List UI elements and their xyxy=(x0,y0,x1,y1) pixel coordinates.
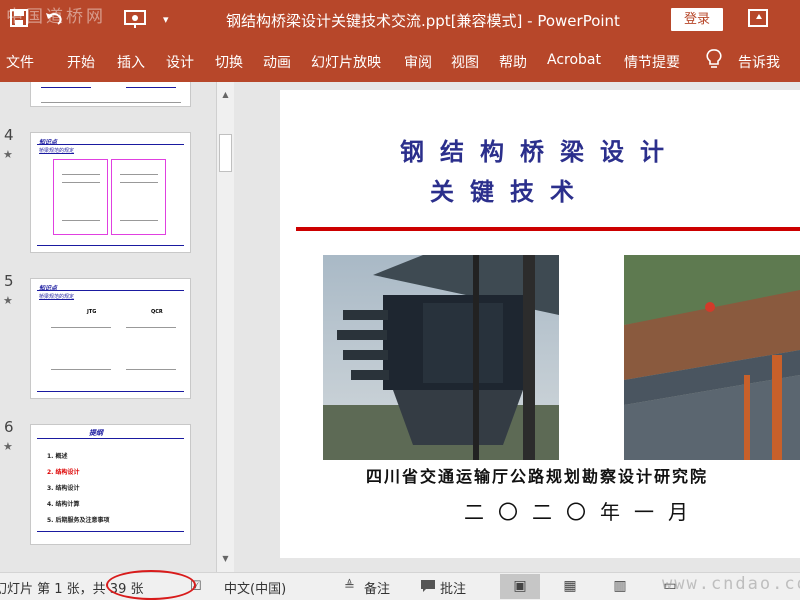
language-status[interactable]: 中文(中国) xyxy=(224,578,286,597)
title-bar: 中国道桥网 ▾ 钢结构桥梁设计关键技术交流.ppt[兼容模式] - PowerP… xyxy=(0,0,800,40)
reading-view-button[interactable]: ▥ xyxy=(600,574,640,599)
ribbon-display-options-icon[interactable] xyxy=(748,9,768,27)
animation-star-icon: ★ xyxy=(3,294,13,307)
notes-button[interactable]: 备注 xyxy=(364,578,390,597)
thumb-list-item: 5. 后期服务及注意事项 xyxy=(47,517,110,524)
thumb-list-item: 1. 概述 xyxy=(47,453,68,460)
thumb-heading: 提纲 xyxy=(89,429,103,437)
slide-thumbnail[interactable] xyxy=(30,82,191,107)
animation-star-icon: ★ xyxy=(3,440,13,453)
slide-editor: 钢结构桥梁设计 关键技术 四川省交通运输厅公路规划勘察设计研究院 二〇二〇年一月 xyxy=(240,82,800,572)
present-icon[interactable] xyxy=(124,9,146,33)
tell-me-search[interactable]: 告诉我 xyxy=(738,52,780,72)
tab-storyboard[interactable]: 情节提要 xyxy=(624,52,680,72)
tab-transitions[interactable]: 切换 xyxy=(215,52,243,72)
organization-name: 四川省交通运输厅公路规划勘察设计研究院 xyxy=(366,467,709,486)
slide-number: 4 xyxy=(4,126,14,144)
window-title: 钢结构桥梁设计关键技术交流.ppt[兼容模式] - PowerPoint xyxy=(226,12,620,30)
ribbon-tabs: 文件 开始 插入 设计 切换 动画 幻灯片放映 审阅 视图 帮助 Acrobat… xyxy=(0,40,800,82)
tab-home[interactable]: 开始 xyxy=(67,52,95,72)
comments-icon[interactable] xyxy=(420,579,436,597)
thumb-code-label: JTG xyxy=(87,309,97,315)
save-icon[interactable] xyxy=(10,9,28,31)
slide-thumbnail[interactable]: 知识点 桥梁规范的规定 xyxy=(30,132,191,253)
lightbulb-icon[interactable] xyxy=(706,49,722,74)
steel-segment-photo xyxy=(323,255,559,460)
scroll-down-icon[interactable]: ▼ xyxy=(217,552,234,566)
tab-file[interactable]: 文件 xyxy=(6,52,34,72)
thumb-code-label: QCR xyxy=(151,309,163,315)
presentation-date: 二〇二〇年一月 xyxy=(464,500,702,524)
thumb-doc-image xyxy=(53,159,108,235)
slide-title-line1: 钢结构桥梁设计 xyxy=(400,138,680,166)
tab-slideshow[interactable]: 幻灯片放映 xyxy=(311,52,381,72)
thumb-list-item: 3. 结构设计 xyxy=(47,485,80,492)
comments-button[interactable]: 批注 xyxy=(440,578,466,597)
thumb-doc-image xyxy=(111,159,166,235)
thumb-subheading: 桥梁规范的规定 xyxy=(39,294,75,300)
slide-thumbnail[interactable]: 提纲 1. 概述 2. 结构设计 3. 结构设计 4. 结构计算 5. 后期服务… xyxy=(30,424,191,545)
thumbnail-scrollbar[interactable]: ▲ ▼ xyxy=(216,82,234,572)
scroll-up-icon[interactable]: ▲ xyxy=(217,88,234,102)
tab-view[interactable]: 视图 xyxy=(451,52,479,72)
tab-design[interactable]: 设计 xyxy=(166,52,194,72)
tab-acrobat[interactable]: Acrobat xyxy=(547,52,601,68)
highlight-annotation xyxy=(106,570,196,600)
normal-view-button[interactable]: ▣ xyxy=(500,574,540,599)
slide-number: 6 xyxy=(4,418,14,436)
thumb-list-item: 2. 结构设计 xyxy=(47,469,80,476)
slide-title-line2: 关键技术 xyxy=(430,178,590,206)
slide-thumbnail-pane: 4 ★ 知识点 桥梁规范的规定 5 ★ 知识点 桥梁规范的规定 JTG QCR … xyxy=(0,82,240,572)
slide-sorter-view-button[interactable]: ▦ xyxy=(550,574,590,599)
title-rule xyxy=(296,227,800,231)
current-slide[interactable]: 钢结构桥梁设计 关键技术 四川省交通运输厅公路规划勘察设计研究院 二〇二〇年一月 xyxy=(280,90,800,558)
animation-star-icon: ★ xyxy=(3,148,13,161)
watermark-bottom: www.cndao.com xyxy=(662,574,800,594)
tab-review[interactable]: 审阅 xyxy=(404,52,432,72)
tab-animations[interactable]: 动画 xyxy=(263,52,291,72)
slide-thumbnail[interactable]: 知识点 桥梁规范的规定 JTG QCR xyxy=(30,278,191,399)
bridge-deck-photo xyxy=(624,255,800,460)
notes-icon[interactable]: ≜ xyxy=(344,579,355,594)
thumb-subheading: 桥梁规范的规定 xyxy=(39,148,75,154)
login-button[interactable]: 登录 xyxy=(671,8,723,31)
thumb-list-item: 4. 结构计算 xyxy=(47,501,80,508)
customize-dropdown-icon[interactable]: ▾ xyxy=(163,13,169,26)
tab-help[interactable]: 帮助 xyxy=(499,52,527,72)
tab-insert[interactable]: 插入 xyxy=(117,52,145,72)
slide-number: 5 xyxy=(4,272,14,290)
undo-icon[interactable] xyxy=(44,9,64,31)
scroll-thumb[interactable] xyxy=(219,134,232,172)
